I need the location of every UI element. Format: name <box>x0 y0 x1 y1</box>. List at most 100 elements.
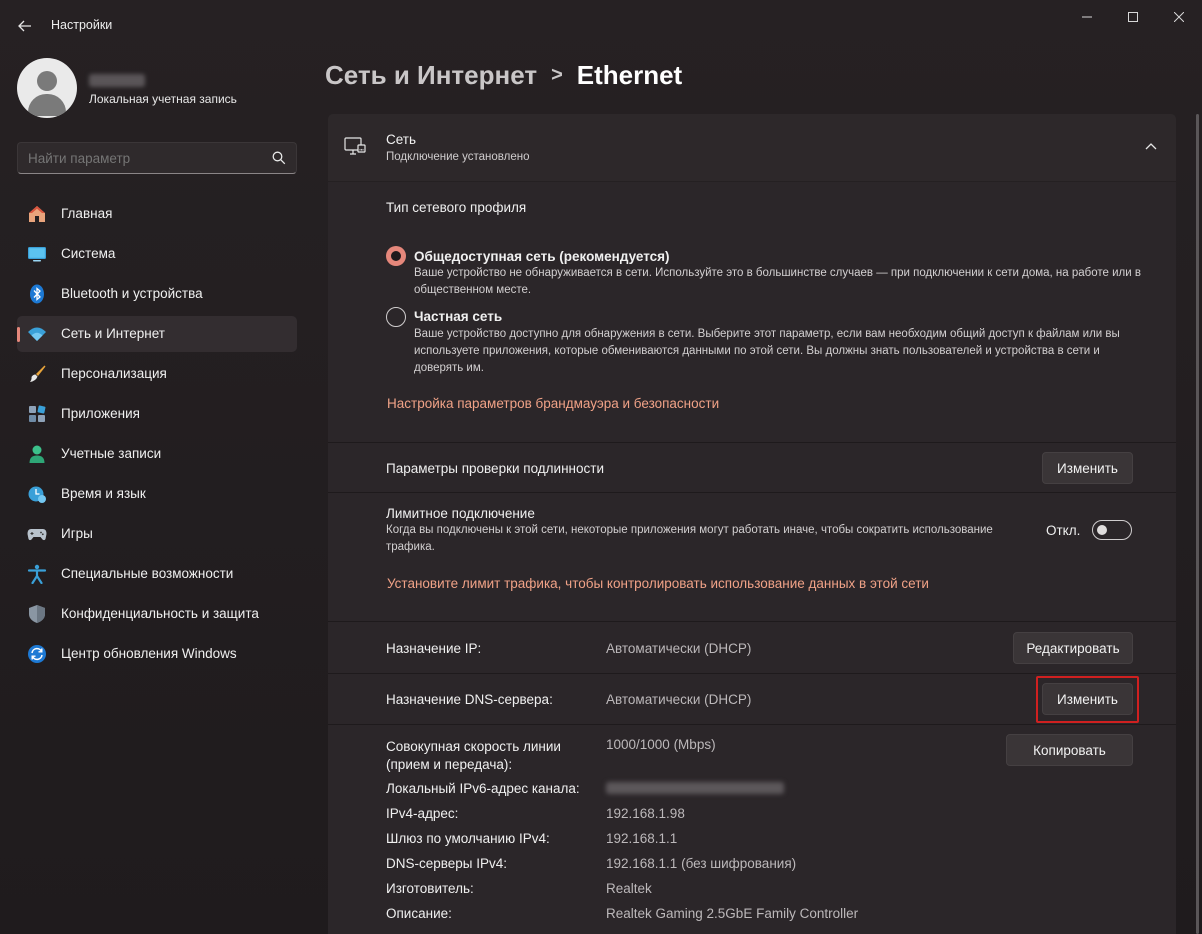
close-icon <box>1174 12 1184 22</box>
detail-label: Изготовитель: <box>386 881 474 896</box>
sidebar-item-time-language[interactable]: Время и язык <box>17 476 297 512</box>
breadcrumb: Сеть и Интернет > Ethernet <box>325 60 682 91</box>
detail-value: 192.168.1.1 <box>606 831 678 846</box>
sidebar-item-label: Учетные записи <box>61 446 162 461</box>
sidebar-item-label: Главная <box>61 206 113 221</box>
accessibility-icon <box>27 564 47 584</box>
update-icon <box>28 645 46 663</box>
sidebar-item-apps[interactable]: Приложения <box>17 396 297 432</box>
sidebar-item-label: Bluetooth и устройства <box>61 286 203 301</box>
private-network-desc: Ваше устройство доступно для обнаружения… <box>414 328 1120 374</box>
sidebar-item-accessibility[interactable]: Специальные возможности <box>17 556 297 592</box>
sidebar-item-gaming[interactable]: Игры <box>17 516 297 552</box>
time-language-icon <box>28 486 46 503</box>
ip-label: Назначение IP: <box>386 641 482 656</box>
firewall-settings-link[interactable]: Настройка параметров брандмауэра и безоп… <box>387 396 719 411</box>
breadcrumb-separator: > <box>551 64 563 86</box>
copy-button[interactable]: Копировать <box>1006 734 1133 766</box>
avatar[interactable] <box>17 58 77 118</box>
search-box[interactable] <box>17 142 297 174</box>
detail-label: IPv4-адрес: <box>386 806 459 821</box>
sidebar-item-label: Персонализация <box>61 366 167 381</box>
sidebar-item-label: Игры <box>61 526 93 541</box>
accounts-icon <box>29 445 45 463</box>
detail-label: Локальный IPv6-адрес канала: <box>386 781 580 796</box>
wifi-icon <box>28 327 46 341</box>
sidebar-nav: Главная Система Bluetooth и устройства С… <box>17 196 297 676</box>
detail-value: Realtek Gaming 2.5GbE Family Controller <box>606 906 859 921</box>
ipv6-address-redacted <box>606 782 784 794</box>
ip-value: Автоматически (DHCP) <box>606 641 752 656</box>
sidebar-item-system[interactable]: Система <box>17 236 297 272</box>
maximize-button[interactable] <box>1110 0 1156 34</box>
metered-desc: Когда вы подключены к этой сети, некотор… <box>386 524 993 553</box>
sidebar-item-network[interactable]: Сеть и Интернет <box>17 316 297 352</box>
metered-toggle[interactable] <box>1092 520 1132 540</box>
settings-window: Настройки Локальная учетная запись Главн… <box>0 0 1202 934</box>
detail-value: Realtek <box>606 881 652 896</box>
breadcrumb-parent[interactable]: Сеть и Интернет <box>325 60 537 90</box>
minimize-button[interactable] <box>1064 0 1110 34</box>
detail-label: Описание: <box>386 906 452 921</box>
sidebar-item-home[interactable]: Главная <box>17 196 297 232</box>
dns-label: Назначение DNS-сервера: <box>386 692 553 707</box>
sidebar-item-label: Сеть и Интернет <box>61 326 165 341</box>
sidebar-item-label: Система <box>61 246 116 261</box>
ethernet-monitor-icon <box>344 137 366 155</box>
page-title: Ethernet <box>576 60 683 90</box>
bluetooth-icon <box>30 284 44 304</box>
back-arrow-icon <box>18 20 31 32</box>
dns-value: Автоматически (DHCP) <box>606 692 752 707</box>
sidebar-item-label: Конфиденциальность и защита <box>61 606 259 621</box>
public-network-radio[interactable] <box>386 246 406 266</box>
sidebar-item-bluetooth[interactable]: Bluetooth и устройства <box>17 276 297 312</box>
public-network-label[interactable]: Общедоступная сеть (рекомендуется) <box>414 249 670 264</box>
home-icon <box>29 206 45 222</box>
system-icon <box>28 247 46 262</box>
sidebar-item-label: Центр обновления Windows <box>61 646 237 661</box>
network-status: Подключение установлено <box>386 151 530 163</box>
profile-heading: Тип сетевого профиля <box>386 200 527 215</box>
metered-state: Откл. <box>1046 523 1081 538</box>
brush-icon <box>30 365 46 382</box>
public-network-desc: Ваше устройство не обнаруживается в сети… <box>414 267 1141 296</box>
sidebar-item-privacy[interactable]: Конфиденциальность и защита <box>17 596 297 632</box>
auth-label: Параметры проверки подлинности <box>386 461 604 476</box>
detail-label: Шлюз по умолчанию IPv4: <box>386 831 550 846</box>
sidebar-item-label: Время и язык <box>61 486 146 501</box>
auth-edit-button[interactable]: Изменить <box>1042 452 1133 484</box>
sidebar-item-accounts[interactable]: Учетные записи <box>17 436 297 472</box>
private-network-label[interactable]: Частная сеть <box>414 309 502 324</box>
sidebar-item-windows-update[interactable]: Центр обновления Windows <box>17 636 297 672</box>
private-network-radio[interactable] <box>386 307 406 327</box>
gamepad-icon <box>27 529 47 541</box>
chevron-up-icon[interactable] <box>1143 140 1159 154</box>
dns-edit-highlight <box>1036 676 1139 723</box>
detail-value: 1000/1000 (Mbps) <box>606 737 716 752</box>
detail-value: 192.168.1.1 (без шифрования) <box>606 856 797 871</box>
sidebar-item-label: Специальные возможности <box>61 566 234 581</box>
network-title: Сеть <box>386 132 417 147</box>
user-name-redacted <box>89 74 145 87</box>
metered-label: Лимитное подключение <box>386 506 535 521</box>
account-type: Локальная учетная запись <box>89 92 237 106</box>
app-title: Настройки <box>51 18 113 32</box>
network-card-header[interactable] <box>328 114 1176 181</box>
back-button[interactable] <box>12 13 38 39</box>
minimize-icon <box>1082 16 1092 18</box>
detail-label: DNS-серверы IPv4: <box>386 856 508 871</box>
data-limit-link[interactable]: Установите лимит трафика, чтобы контроли… <box>387 576 929 591</box>
detail-label: Совокупная скорость линии (прием и перед… <box>386 739 561 772</box>
title-bar: Настройки <box>0 0 1202 50</box>
sidebar-item-personalization[interactable]: Персонализация <box>17 356 297 392</box>
apps-icon <box>29 405 46 422</box>
ip-edit-button[interactable]: Редактировать <box>1013 632 1133 664</box>
sidebar-item-label: Приложения <box>61 406 140 421</box>
scrollbar[interactable] <box>1196 114 1199 934</box>
search-input[interactable] <box>28 151 248 166</box>
maximize-icon <box>1128 12 1138 22</box>
search-icon <box>272 151 286 165</box>
detail-value: 192.168.1.98 <box>606 806 685 821</box>
shield-icon <box>29 605 45 623</box>
close-button[interactable] <box>1156 0 1202 34</box>
